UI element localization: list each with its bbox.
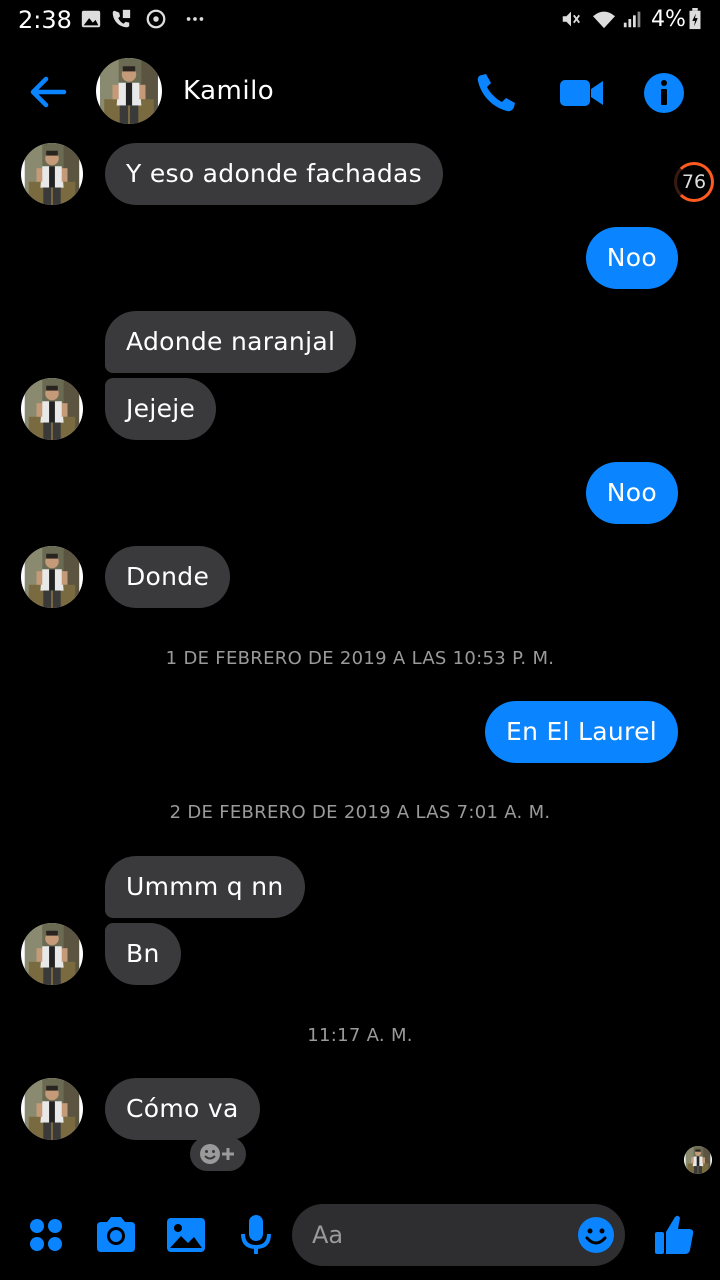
status-time: 2:38 (18, 6, 72, 34)
sender-avatar[interactable] (21, 1078, 83, 1140)
add-reaction-icon (200, 1144, 234, 1164)
incoming-message[interactable]: Ummm q nn (105, 856, 305, 918)
gallery-notification-icon (81, 10, 101, 28)
conversation-header: Kamilo (0, 44, 720, 140)
incoming-message[interactable]: Adonde naranjal (105, 311, 357, 373)
sync-notification-icon (146, 9, 166, 29)
date-separator: 2 DE FEBRERO DE 2019 A LAS 7:01 A. M. (169, 802, 551, 823)
sender-avatar[interactable] (21, 378, 83, 440)
chat-head-unread-badge[interactable]: 76 (674, 162, 714, 202)
battery-charging-icon (689, 8, 701, 30)
contact-name[interactable]: Kamilo (183, 76, 274, 106)
outgoing-message[interactable]: Noo (585, 227, 678, 289)
incoming-message[interactable]: Y eso adonde fachadas (105, 143, 443, 205)
thumbs-up-icon[interactable] (651, 1212, 697, 1258)
outgoing-message[interactable]: En El Laurel (484, 701, 678, 763)
phone-icon[interactable] (473, 70, 519, 116)
info-icon[interactable] (641, 70, 687, 116)
signal-icon (623, 11, 641, 28)
date-separator: 1 DE FEBRERO DE 2019 A LAS 10:53 P. M. (165, 648, 555, 669)
add-reaction-button[interactable] (190, 1137, 246, 1171)
seen-indicator-avatar (684, 1146, 712, 1174)
message-composer (0, 1190, 720, 1280)
message-input[interactable] (312, 1204, 562, 1266)
camera-icon[interactable] (93, 1212, 139, 1258)
message-input-container[interactable] (292, 1204, 625, 1266)
status-bar: 2:38 4% (0, 0, 720, 44)
more-notifications-icon (186, 17, 204, 21)
wifi-icon (593, 11, 615, 29)
incoming-message[interactable]: Donde (105, 546, 231, 608)
video-camera-icon[interactable] (558, 70, 606, 116)
sender-avatar[interactable] (21, 923, 83, 985)
apps-icon[interactable] (23, 1212, 69, 1258)
contact-avatar[interactable] (96, 58, 162, 124)
outgoing-message[interactable]: Noo (585, 462, 678, 524)
sender-avatar[interactable] (21, 143, 83, 205)
sender-avatar[interactable] (21, 546, 83, 608)
incoming-message[interactable]: Bn (105, 923, 181, 985)
battery-percentage: 4% (651, 7, 686, 32)
incoming-message[interactable]: Cómo va (105, 1078, 260, 1140)
mute-icon (562, 11, 580, 27)
incoming-message[interactable]: Jejeje (105, 378, 217, 440)
missed-call-notification-icon (112, 9, 131, 28)
time-separator: 11:17 A. M. (307, 1025, 413, 1046)
gallery-icon[interactable] (163, 1212, 209, 1258)
microphone-icon[interactable] (233, 1212, 279, 1258)
back-arrow-icon[interactable] (24, 68, 72, 116)
emoji-icon[interactable] (577, 1216, 615, 1254)
